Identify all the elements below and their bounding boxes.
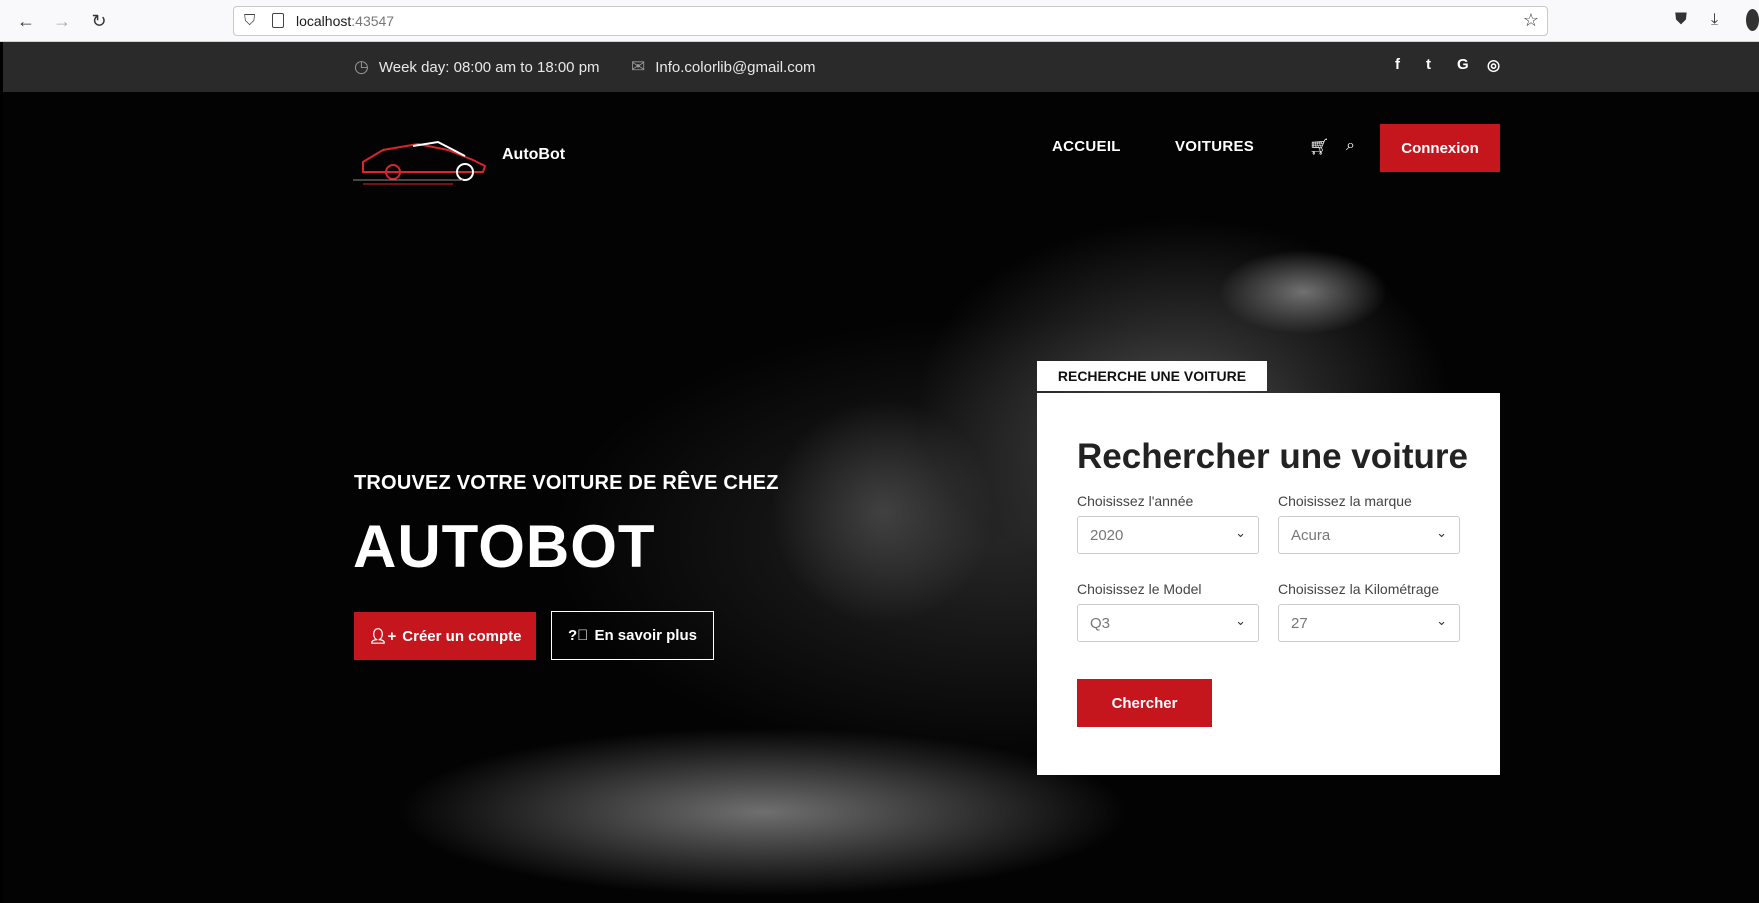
model-label: Choisissez le Model [1077,581,1202,597]
page: ◷ Week day: 08:00 am to 18:00 pm ✉ Info.… [3,42,1759,903]
chevron-down-icon: ⌄ [1235,525,1246,540]
brand-name[interactable]: AutoBot [502,146,565,164]
model-value: Q3 [1090,615,1111,632]
learn-more-label: En savoir plus [594,627,697,644]
mileage-select[interactable]: 27 ⌄ [1278,604,1460,642]
create-account-button[interactable]: 👤︎+ Créer un compte [354,612,536,660]
clock-icon: ◷ [354,57,369,76]
cart-icon[interactable]: 🛒︎ [1309,137,1329,157]
search-card: Rechercher une voiture Choisissez l'anné… [1037,393,1500,775]
twitter-icon[interactable]: t [1426,56,1431,73]
brand-label: Choisissez la marque [1278,493,1412,509]
reload-icon[interactable]: ↻ [88,10,110,32]
mileage-label: Choisissez la Kilométrage [1278,581,1440,597]
instagram-icon[interactable]: ◎ [1487,56,1500,74]
year-label: Choisissez l'année [1077,493,1194,509]
address-bar[interactable]: ⛉ localhost:43547 ☆ [233,6,1548,36]
email-text: Info.colorlib@gmail.com [655,58,816,76]
brand-select[interactable]: Acura ⌄ [1278,516,1460,554]
hours-info: ◷ Week day: 08:00 am to 18:00 pm [354,57,600,77]
search-icon[interactable]: ⌕ [1346,137,1355,155]
model-select[interactable]: Q3 ⌄ [1077,604,1259,642]
top-info-bar: ◷ Week day: 08:00 am to 18:00 pm ✉ Info.… [3,42,1759,92]
autobot-logo[interactable] [353,122,493,192]
nav-voitures[interactable]: VOITURES [1175,138,1254,155]
pocket-icon[interactable]: ⛊ [1675,11,1687,29]
chevron-down-icon: ⌄ [1436,613,1447,628]
url-text[interactable]: localhost:43547 [296,13,394,29]
email-info: ✉ Info.colorlib@gmail.com [631,57,816,77]
user-plus-icon: 👤︎+ [368,628,397,645]
forward-icon[interactable]: → [51,10,73,32]
back-icon[interactable]: ← [15,10,37,32]
question-circle-icon: ?⃝ [568,627,589,644]
mileage-value: 27 [1291,615,1308,632]
brand-value: Acura [1291,527,1331,544]
search-card-title: Rechercher une voiture [1077,437,1468,476]
nav-accueil[interactable]: ACCUEIL [1052,138,1121,155]
hours-text: Week day: 08:00 am to 18:00 pm [378,58,600,76]
chevron-down-icon: ⌄ [1235,613,1246,628]
search-tab[interactable]: RECHERCHE UNE VOITURE [1037,361,1267,391]
facebook-icon[interactable]: f [1395,56,1400,73]
hero-subtitle: TROUVEZ VOTRE VOITURE DE RÊVE CHEZ [354,472,779,494]
search-submit-button[interactable]: Chercher [1077,679,1212,727]
hero-title: AUTOBOT [353,513,656,580]
download-icon[interactable]: ⤓ [1711,11,1718,29]
browser-toolbar: ← → ↻ ⛉ localhost:43547 ☆ ⛊ ⤓ [0,0,1759,42]
bookmark-star-icon[interactable]: ☆ [1523,10,1539,31]
page-icon [272,13,284,28]
year-value: 2020 [1090,527,1124,544]
create-account-label: Créer un compte [402,627,522,645]
learn-more-button[interactable]: ?⃝ En savoir plus [551,611,714,660]
mail-icon: ✉ [631,57,646,76]
year-select[interactable]: 2020 ⌄ [1077,516,1259,554]
shield-icon[interactable]: ⛉ [244,12,255,29]
account-icon[interactable] [1746,9,1759,31]
chevron-down-icon: ⌄ [1436,525,1447,540]
login-button[interactable]: Connexion [1380,124,1500,172]
google-icon[interactable]: G [1457,56,1469,73]
